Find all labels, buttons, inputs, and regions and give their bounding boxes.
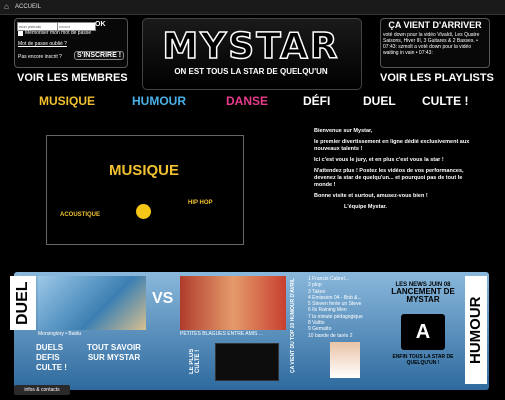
- culte-video[interactable]: [215, 343, 279, 381]
- duel-caption-2[interactable]: PETITES BLAGUES ENTRE AMIS ...: [180, 331, 263, 337]
- category-defi[interactable]: DÉFI: [303, 94, 330, 108]
- duels-link[interactable]: DUELS: [36, 343, 76, 353]
- duel-caption-1[interactable]: Morsinglory • Baidu: [38, 331, 81, 337]
- forgot-password-link[interactable]: Mot de passe oublié ?: [18, 41, 67, 47]
- about-link[interactable]: TOUT SAVOIR SUR MYSTAR: [82, 343, 146, 363]
- home-icon[interactable]: ⌂: [4, 3, 12, 11]
- category-duel[interactable]: DUEL: [363, 94, 396, 108]
- site-slogan: ON EST TOUS LA STAR DE QUELQU'UN: [174, 67, 328, 76]
- welcome-p1: Bienvenue sur Mystar,: [314, 128, 373, 134]
- feature-label-right[interactable]: HIP HOP: [188, 200, 213, 206]
- list-item[interactable]: 10 bande de tarés 2: [308, 333, 378, 339]
- remember-checkbox[interactable]: [18, 31, 23, 36]
- feature-label-left[interactable]: ACOUSTIQUE: [60, 212, 100, 218]
- welcome-p2: le premier divertissement en ligne dédié…: [314, 139, 470, 152]
- duel-label: DUEL: [10, 276, 36, 330]
- category-danse[interactable]: DANSE: [226, 94, 268, 108]
- welcome-p3: Ici c'est vous le jury, et en plus c'est…: [314, 157, 444, 163]
- feature-title: MUSIQUE: [108, 162, 179, 179]
- top10-list: 1 Francis Cabrel... 2 plop 3 Takeo 4 Emi…: [308, 276, 378, 340]
- top10-thumbnail[interactable]: [330, 342, 360, 378]
- home-link[interactable]: ACCUEIL: [15, 0, 41, 14]
- members-link[interactable]: VOIR LES MEMBRES: [17, 72, 128, 84]
- duel-video-1[interactable]: [38, 276, 146, 330]
- feature-player[interactable]: [46, 135, 244, 245]
- news-title: ÇA VIENT D'ARRIVER: [388, 20, 482, 30]
- ok-button[interactable]: OK: [95, 21, 106, 28]
- not-registered-text: Pas encore inscrit ?: [18, 54, 62, 60]
- humour-label: HUMOUR: [465, 276, 487, 384]
- category-humour[interactable]: HUMOUR: [132, 94, 186, 108]
- category-musique[interactable]: MUSIQUE: [39, 94, 95, 108]
- site-logo[interactable]: MYSTAR: [142, 25, 360, 68]
- welcome-p4: N'attendez plus ! Postez les vidéos de v…: [314, 168, 464, 188]
- culte-link[interactable]: CULTE !: [36, 363, 76, 373]
- culte-label: LE PLUS CULTE !: [189, 348, 201, 374]
- infos-contacts-link[interactable]: infos & contacts: [14, 385, 70, 395]
- news-text: voté down pour la vidéo Vivaldi, Les Qua…: [383, 32, 480, 56]
- duel-links: DUELS DEFIS CULTE !: [36, 343, 76, 373]
- welcome-p5: Bonne visite et surtout, amusez-vous bie…: [314, 193, 428, 199]
- duel-video-2[interactable]: [180, 276, 286, 330]
- feature-slider-knob[interactable]: [136, 204, 151, 219]
- remember-label: Mémoriser mon mot de passe: [25, 30, 92, 36]
- top-bar: ⌂ ACCUEIL: [0, 0, 505, 15]
- news2-caption: ENFIN TOUS LA STAR DE QUELQU'UN !: [392, 354, 454, 366]
- news2-subtitle[interactable]: LANCEMENT DE MYSTAR: [385, 288, 461, 304]
- playlists-link[interactable]: VOIR LES PLAYLISTS: [380, 72, 494, 84]
- defis-link[interactable]: DEFIS: [36, 353, 76, 363]
- signup-button[interactable]: S'INSCRIRE !: [74, 51, 125, 60]
- news2-logo[interactable]: A: [401, 314, 445, 350]
- welcome-p6: L'équipe Mystar.: [344, 204, 387, 210]
- top10-label: ÇA VIENT DU TOP 10 HUMOUR D'AVRIL: [290, 278, 296, 374]
- category-culte[interactable]: CULTE !: [422, 94, 468, 108]
- welcome-text: Bienvenue sur Mystar, le premier diverti…: [314, 128, 474, 215]
- vs-label: VS: [152, 290, 174, 307]
